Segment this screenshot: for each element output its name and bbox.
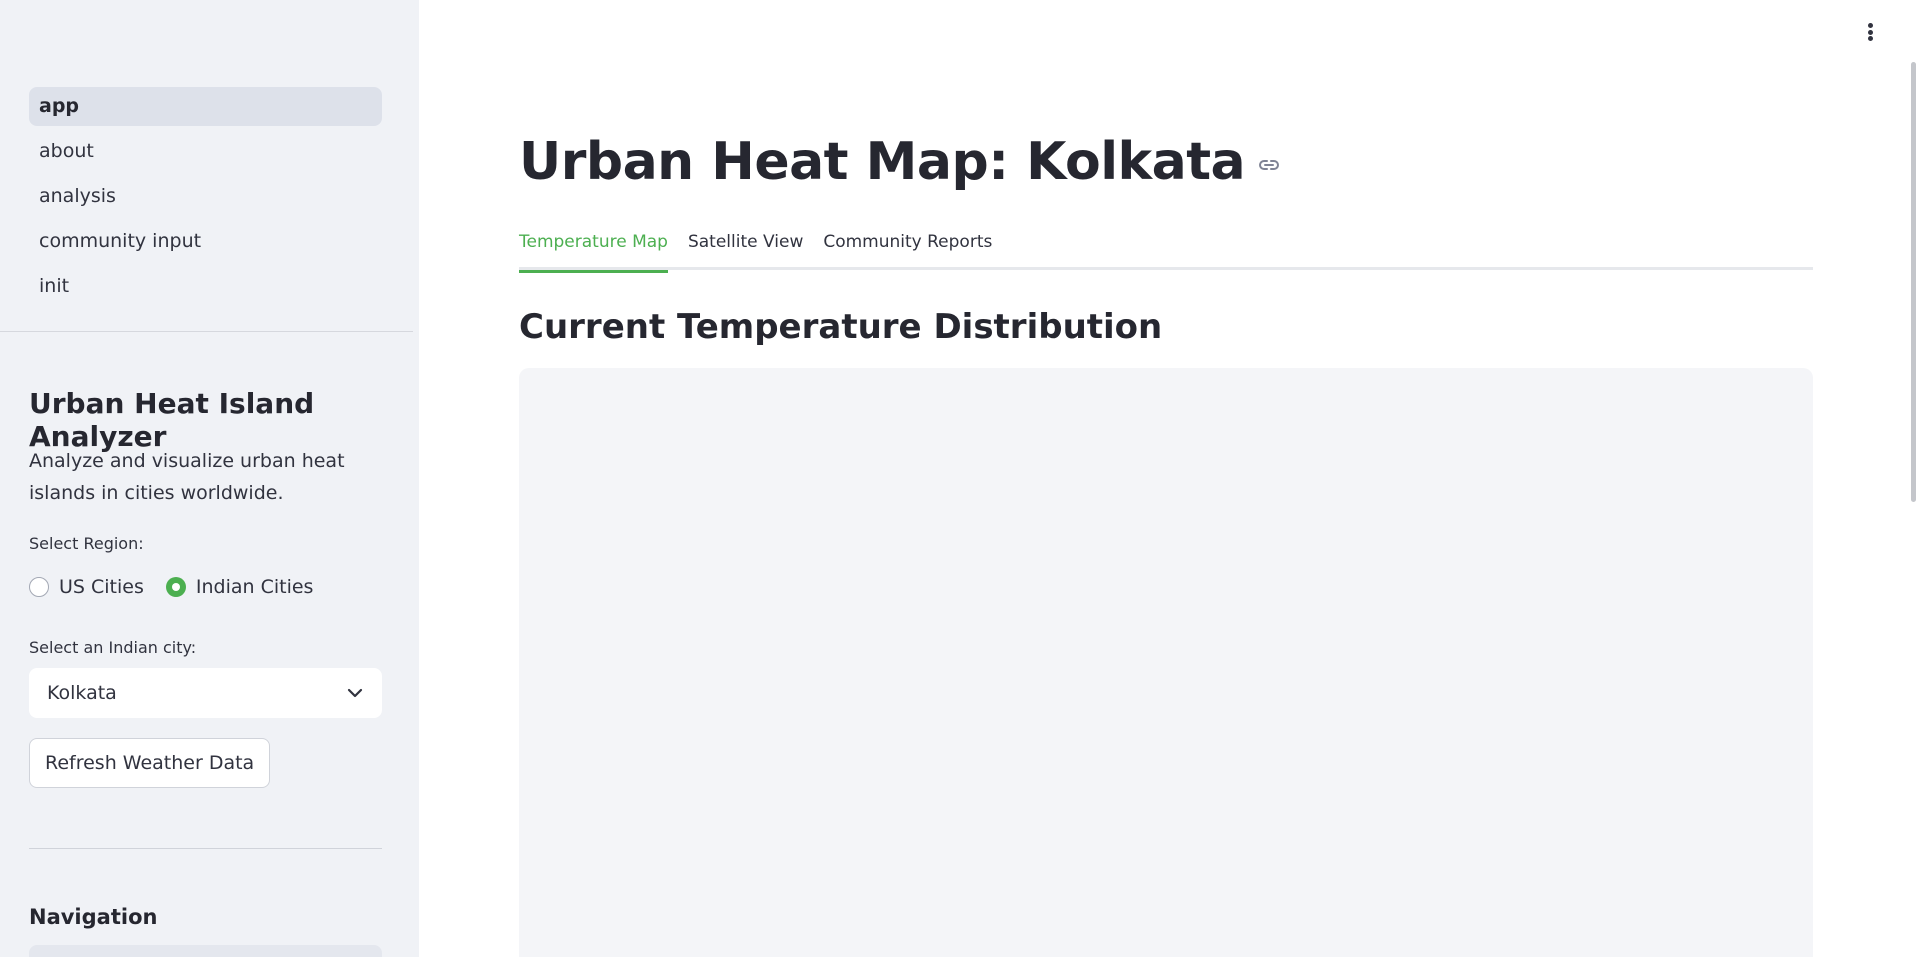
page-link-analysis[interactable]: analysis bbox=[29, 177, 382, 216]
page-link-app[interactable]: app bbox=[29, 87, 382, 126]
section-title: Current Temperature Distribution bbox=[519, 307, 1163, 347]
refresh-weather-button[interactable]: Refresh Weather Data bbox=[29, 738, 271, 788]
page-title-row: Urban Heat Map: Kolkata bbox=[519, 132, 1281, 192]
radio-us-cities[interactable]: US Cities bbox=[29, 576, 144, 598]
temperature-map-panel[interactable] bbox=[519, 368, 1813, 957]
region-label: Select Region: bbox=[29, 534, 144, 553]
chevron-down-icon bbox=[347, 688, 363, 698]
sidebar-description: Analyze and visualize urban heat islands… bbox=[29, 450, 345, 504]
radio-unchecked-icon bbox=[29, 577, 49, 597]
page-title: Urban Heat Map: Kolkata bbox=[519, 132, 1246, 192]
region-radio-group: US Cities Indian Cities bbox=[29, 576, 335, 598]
page-link-about[interactable]: about bbox=[29, 132, 382, 171]
radio-indian-cities[interactable]: Indian Cities bbox=[165, 576, 314, 598]
tab-temperature-map[interactable]: Temperature Map bbox=[519, 228, 668, 273]
tab-bar: Temperature Map Satellite View Community… bbox=[519, 228, 1813, 273]
pages-nav: app about analysis community input init bbox=[29, 87, 382, 312]
radio-label: Indian Cities bbox=[195, 576, 314, 598]
navigation-item[interactable] bbox=[29, 945, 382, 957]
radio-label: US Cities bbox=[59, 576, 144, 598]
city-select-value: Kolkata bbox=[47, 682, 117, 704]
city-select[interactable]: Kolkata bbox=[29, 668, 382, 718]
radio-checked-icon bbox=[165, 577, 186, 597]
city-label: Select an Indian city: bbox=[29, 638, 197, 657]
tab-satellite-view[interactable]: Satellite View bbox=[688, 228, 803, 270]
kebab-menu-icon[interactable] bbox=[1860, 20, 1880, 44]
scrollbar[interactable] bbox=[1911, 62, 1916, 502]
page-link-init[interactable]: init bbox=[29, 267, 382, 306]
sidebar-divider bbox=[0, 331, 413, 332]
sidebar: app about analysis community input init … bbox=[0, 0, 419, 957]
sidebar-title: Urban Heat Island Analyzer bbox=[29, 387, 315, 453]
page-link-community-input[interactable]: community input bbox=[29, 222, 382, 261]
tab-community-reports[interactable]: Community Reports bbox=[823, 228, 992, 270]
sidebar-divider bbox=[29, 848, 382, 849]
link-icon[interactable] bbox=[1257, 153, 1281, 177]
navigation-heading: Navigation bbox=[29, 905, 158, 929]
